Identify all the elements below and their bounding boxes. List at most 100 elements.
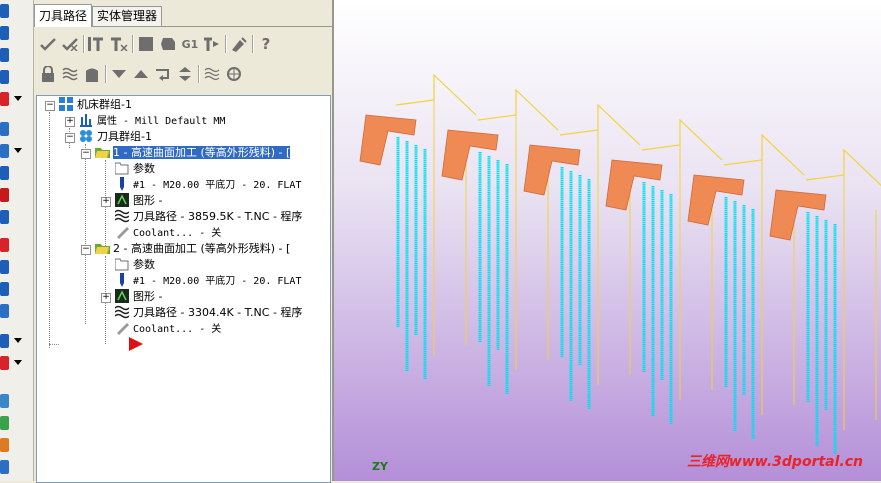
move-down-icon[interactable] — [109, 64, 129, 84]
toolpath-group-label: 刀具群组-1 — [97, 130, 152, 143]
op1-coolant-node[interactable]: Coolant... - 关 — [115, 225, 221, 241]
toggle-display-icon[interactable] — [60, 64, 80, 84]
strip-button-19[interactable] — [0, 436, 22, 454]
collapse-toggle[interactable]: − — [45, 101, 55, 111]
strip-button-13[interactable] — [0, 280, 22, 298]
op2-coolant-node[interactable]: Coolant... - 关 — [115, 321, 221, 337]
toolbar-divider — [252, 35, 254, 53]
tab-solids-manager[interactable]: 实体管理器 — [92, 6, 163, 26]
select-all-ops-icon[interactable] — [38, 34, 58, 54]
graphics-viewport[interactable]: ZY 三维网www.3dportal.cn — [334, 0, 881, 481]
strip-button-1[interactable] — [0, 2, 22, 20]
toolpath-waves-icon — [114, 305, 130, 319]
select-all-failed-icon[interactable] — [60, 34, 80, 54]
op2-toolpath-node[interactable]: 刀具路径 - 3304.4K - T.NC - 程序 — [114, 305, 302, 321]
collapse-toggle[interactable]: − — [81, 149, 91, 159]
properties-node[interactable]: 属性 - Mill Default MM — [79, 113, 225, 129]
op1-params-node[interactable]: 参数 — [114, 161, 155, 177]
operation-1-node[interactable]: 1 - 高速曲面加工 (等高外形残料) - [ — [95, 145, 291, 161]
op2-coolant-label: Coolant... - 关 — [133, 324, 222, 335]
toolbar-divider — [83, 35, 85, 53]
insert-marker[interactable] — [129, 337, 147, 353]
end-mill-icon — [115, 177, 129, 191]
toolpath-group-icon — [79, 129, 93, 143]
op1-geometry-node[interactable]: 图形 - — [115, 193, 162, 209]
regenerate-selected-icon[interactable] — [87, 34, 107, 54]
machine-group-icon — [59, 97, 73, 111]
verify-icon[interactable] — [158, 34, 178, 54]
tool-icon — [0, 394, 9, 408]
op2-params-node[interactable]: 参数 — [114, 257, 155, 273]
op1-coolant-label: Coolant... - 关 — [133, 228, 222, 239]
tool-icon — [0, 188, 9, 202]
toolbar-divider — [198, 65, 200, 83]
operation-2-title: 2 - 高速曲面加工 (等高外形残料) - [ — [113, 242, 291, 255]
collapse-toggle[interactable]: − — [65, 133, 75, 143]
op1-params-label: 参数 — [133, 162, 155, 175]
operation-2-node[interactable]: 2 - 高速曲面加工 (等高外形残料) - [ — [95, 241, 290, 257]
params-folder-icon — [114, 161, 129, 175]
strip-button-8[interactable] — [0, 164, 22, 182]
machine-group-node[interactable]: 机床群组-1 — [59, 97, 132, 113]
expand-toggle[interactable]: + — [65, 117, 75, 127]
toggle-post-icon[interactable] — [82, 64, 102, 84]
high-feed-icon[interactable] — [202, 34, 222, 54]
tree-connector — [49, 344, 59, 345]
move-up-icon[interactable] — [131, 64, 151, 84]
delete-all-icon[interactable] — [229, 34, 249, 54]
operation-folder-icon — [95, 241, 110, 255]
scroll-icon[interactable] — [175, 64, 195, 84]
regenerate-dirty-icon[interactable] — [109, 34, 129, 54]
rapid-move-line — [723, 133, 805, 176]
strip-button-9[interactable] — [0, 186, 22, 204]
tool-icon — [0, 144, 9, 158]
rapid-move-line — [559, 103, 641, 146]
collapse-toggle[interactable]: − — [81, 245, 91, 255]
strip-button-4[interactable] — [0, 68, 22, 86]
tool-icon — [0, 438, 9, 452]
expand-toggle[interactable]: + — [101, 293, 111, 303]
strip-button-5[interactable] — [0, 90, 22, 108]
strip-button-3[interactable] — [0, 46, 22, 64]
part-profile — [523, 144, 581, 196]
toolpath-group-node[interactable]: 刀具群组-1 — [79, 129, 152, 145]
insert-arrow-icon[interactable] — [153, 64, 173, 84]
strip-button-12[interactable] — [0, 258, 22, 276]
op2-params-label: 参数 — [133, 258, 155, 271]
strip-button-2[interactable] — [0, 24, 22, 42]
strip-button-7[interactable] — [0, 142, 22, 160]
op2-tool-node[interactable]: #1 - M20.00 平底刀 - 20. FLAT — [115, 273, 301, 289]
op1-toolpath-label: 刀具路径 - 3859.5K - T.NC - 程序 — [133, 210, 303, 223]
chevron-down-icon — [14, 96, 22, 101]
expand-toggle[interactable]: + — [101, 197, 111, 207]
toolbar-row-1: G1 ? — [36, 31, 330, 57]
strip-button-15[interactable] — [0, 332, 22, 350]
color-icon — [0, 92, 9, 106]
part-profile — [605, 159, 663, 211]
strip-button-18[interactable] — [0, 414, 22, 432]
backplot-icon[interactable] — [136, 34, 156, 54]
strip-button-16[interactable] — [0, 354, 22, 372]
strip-button-17[interactable] — [0, 392, 22, 410]
tool-icon — [0, 282, 9, 296]
post-g1-icon[interactable]: G1 — [180, 34, 200, 54]
display-pattern-icon[interactable] — [224, 64, 244, 84]
display-paths-icon[interactable] — [202, 64, 222, 84]
rapid-move-line — [477, 88, 559, 131]
op1-tool-node[interactable]: #1 - M20.00 平底刀 - 20. FLAT — [115, 177, 301, 193]
tab-toolpaths[interactable]: 刀具路径 — [34, 4, 93, 27]
strip-button-11[interactable] — [0, 236, 22, 254]
strip-button-20[interactable] — [0, 458, 22, 476]
params-folder-icon — [114, 257, 129, 271]
strip-button-10[interactable] — [0, 208, 22, 226]
toolpath-waves-icon — [114, 209, 130, 223]
watermark: 三维网www.3dportal.cn — [686, 454, 863, 470]
op2-geometry-node[interactable]: 图形 - — [115, 289, 162, 305]
lock-icon[interactable] — [38, 64, 58, 84]
tool-icon — [0, 48, 9, 62]
strip-button-6[interactable] — [0, 120, 22, 138]
insert-arrow-icon — [129, 337, 143, 351]
op1-toolpath-node[interactable]: 刀具路径 - 3859.5K - T.NC - 程序 — [114, 209, 303, 225]
strip-button-14[interactable] — [0, 302, 22, 320]
help-icon[interactable]: ? — [256, 34, 276, 54]
